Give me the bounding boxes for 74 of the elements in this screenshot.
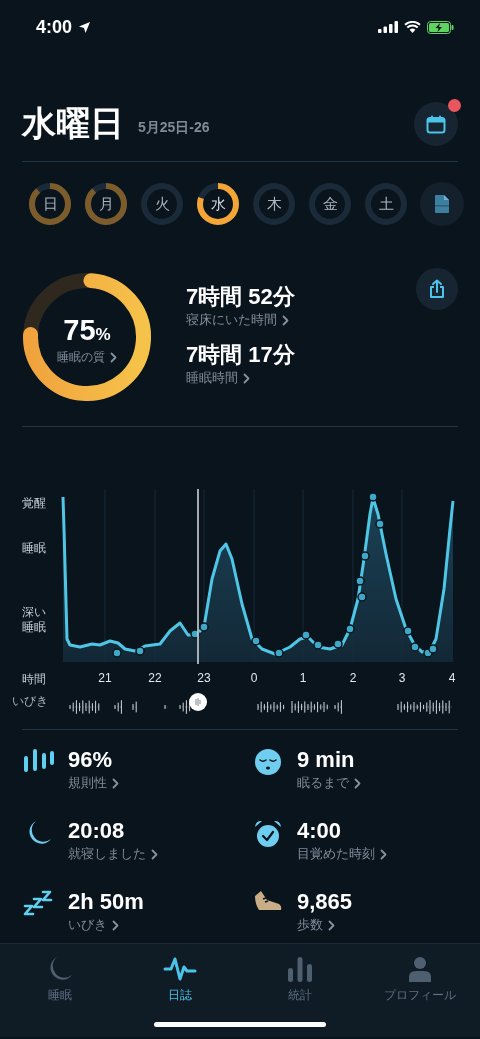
chevron-icon: [380, 848, 387, 860]
day-ring[interactable]: 火: [140, 182, 184, 226]
tab[interactable]: 統計: [240, 954, 360, 1004]
stat-link[interactable]: いびき: [68, 916, 144, 934]
quality-percent: 75%: [63, 314, 111, 347]
snore-label: いびき: [12, 693, 48, 709]
date-range: 5月25日-26: [138, 119, 210, 137]
stat-link[interactable]: 歩数: [297, 916, 353, 934]
chevron-icon: [282, 314, 289, 326]
duration-value: 7時間 17分: [186, 341, 295, 368]
tab[interactable]: 睡眠: [0, 954, 120, 1004]
scrubber-handle[interactable]: [189, 693, 207, 711]
sleep-stage-label: 睡眠: [22, 541, 47, 556]
stat-value: 20:08: [68, 817, 126, 845]
location-arrow-icon: [78, 20, 92, 34]
hour-tick-label: 21: [97, 671, 113, 685]
hour-tick-label: 22: [147, 671, 163, 685]
hour-tick-label: 23: [196, 671, 212, 685]
duration-value: 7時間 52分: [186, 283, 295, 310]
calendar-button[interactable]: [414, 102, 458, 146]
alarm-clock-icon: [253, 819, 283, 849]
signal-icon: [378, 21, 398, 33]
sleep-stage-label: 覚醒: [22, 496, 47, 511]
report-button[interactable]: [420, 182, 464, 226]
calendar-icon: [426, 114, 446, 134]
day-ring[interactable]: 金: [308, 182, 352, 226]
hour-tick-label: 0: [249, 671, 259, 685]
chevron-icon: [112, 777, 119, 789]
tab[interactable]: 日誌: [120, 954, 240, 1004]
wifi-icon: [404, 21, 421, 33]
stat-link[interactable]: 規則性: [68, 774, 119, 792]
day-ring[interactable]: 水: [196, 182, 240, 226]
day-ring[interactable]: 月: [84, 182, 128, 226]
stat-link[interactable]: 目覚めた時刻: [297, 845, 387, 863]
chevron-icon: [151, 848, 158, 860]
quality-link[interactable]: 睡眠の質: [57, 349, 117, 366]
moon-icon: [47, 956, 73, 982]
stat-value: 9 min: [297, 746, 356, 774]
shoe-icon: [253, 890, 283, 912]
duration-link[interactable]: 寝床にいた時間: [186, 310, 295, 330]
zzz-icon: [23, 890, 55, 918]
stat-link[interactable]: 眠るまで: [297, 774, 361, 792]
sleep-stage-label: 深い睡眠: [22, 605, 47, 635]
chevron-icon: [328, 919, 335, 931]
stat-value: 4:00: [297, 817, 343, 845]
wave-icon: [163, 956, 197, 982]
clock-time: 4:00: [36, 16, 73, 38]
day-title: 水曜日: [22, 103, 124, 144]
bar-chart-icon: [287, 956, 313, 982]
document-icon: [434, 194, 450, 214]
chevron-icon: [354, 777, 361, 789]
day-ring[interactable]: 木: [252, 182, 296, 226]
tab[interactable]: プロフィール: [360, 954, 480, 1004]
stat-link[interactable]: 就寝しました: [68, 845, 158, 863]
day-ring[interactable]: 日: [28, 182, 72, 226]
stat-value: 9,865: [297, 888, 353, 916]
share-icon: [428, 279, 446, 299]
axis-label: 時間: [22, 671, 46, 688]
duration-link[interactable]: 睡眠時間: [186, 368, 295, 388]
share-button[interactable]: [416, 268, 458, 310]
bars-icon: [23, 748, 55, 774]
chevron-icon: [112, 919, 119, 931]
hour-tick-label: 3: [397, 671, 407, 685]
person-icon: [408, 956, 432, 982]
chevron-icon: [243, 372, 250, 384]
sleepy-face-icon: [254, 748, 282, 776]
battery-charging-icon: [427, 20, 454, 34]
chevron-icon: [110, 352, 117, 363]
stat-value: 96%: [68, 746, 114, 774]
stat-value: 2h 50m: [68, 888, 144, 916]
hour-tick-label: 2: [348, 671, 358, 685]
hour-tick-label: 4: [447, 671, 457, 685]
day-ring[interactable]: 土: [364, 182, 408, 226]
hour-tick-label: 1: [298, 671, 308, 685]
